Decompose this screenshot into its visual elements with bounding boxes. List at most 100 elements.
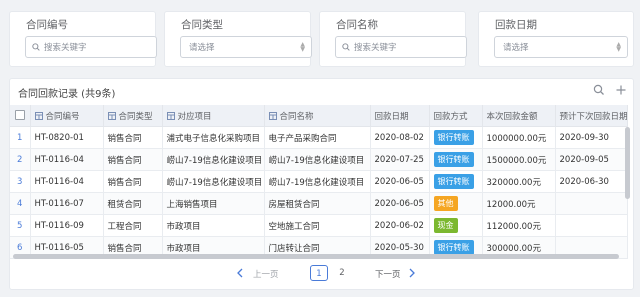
cell-type: 工程合同 (103, 214, 163, 237)
column-header-type[interactable]: 合同类型 (103, 105, 163, 127)
cell-project: 上海销售项目 (162, 192, 265, 215)
cell-date: 2020-06-02 (370, 214, 430, 237)
cell-project: 市政项目 (162, 214, 265, 237)
filter-label: 合同名称 (336, 19, 378, 31)
input-placeholder: 搜索关键字 (354, 43, 397, 53)
page-button-1[interactable]: 1 (310, 265, 328, 281)
cell-project: 浦式电子信息化采购项目 (162, 126, 265, 149)
column-label: 合同类型 (118, 111, 153, 122)
cell-next-date: 2020-09-05 (555, 148, 628, 171)
cell-type: 销售合同 (103, 126, 163, 149)
row-index: 4 (10, 192, 31, 215)
cell-name: 崂山7-19信息化建设项目 (264, 170, 371, 193)
cell-next-date (555, 192, 628, 215)
cell-amount: 1500000.00元 (482, 148, 556, 171)
cell-type: 销售合同 (103, 148, 163, 171)
contract-code-search-input[interactable]: 搜索关键字 (25, 36, 157, 58)
row-index: 3 (10, 170, 31, 193)
contract-type-select[interactable]: 请选择 ▲ ▼ (180, 36, 312, 58)
input-placeholder: 搜索关键字 (44, 43, 87, 53)
cell-amount: 320000.00元 (482, 170, 556, 193)
chevron-left-icon[interactable] (236, 268, 244, 278)
cell-date: 2020-08-02 (370, 126, 430, 149)
cell-name: 电子产品采购合同 (264, 126, 371, 149)
table-row[interactable]: 2 HT-0116-04 销售合同 崂山7-19信息化建设项目 崂山7-19信息… (10, 148, 628, 171)
table-column-icon (268, 112, 277, 120)
column-header-method[interactable]: 回款方式 (429, 105, 483, 127)
column-header-project[interactable]: 对应项目 (162, 105, 265, 127)
filter-label: 合同编号 (26, 19, 68, 31)
table-row[interactable]: 4 HT-0116-07 租赁合同 上海销售项目 房屋租赁合同 2020-06-… (10, 192, 628, 215)
filter-label: 合同类型 (181, 19, 223, 31)
search-icon[interactable] (593, 84, 605, 96)
cell-code: HT-0820-01 (30, 126, 104, 149)
filter-contract-code: 合同编号 搜索关键字 (9, 11, 157, 67)
select-placeholder: 请选择 (189, 43, 215, 53)
next-page-button[interactable]: 下一页 (375, 268, 401, 280)
cell-next-date: 2020-06-30 (555, 170, 628, 193)
column-header-date[interactable]: 回款日期 (370, 105, 430, 127)
panel-title: 合同回款记录 (共9条) (18, 89, 116, 100)
column-header-amount[interactable]: 本次回款金额 (482, 105, 556, 127)
cell-method: 其他 (429, 192, 483, 215)
cell-amount: 112000.00元 (482, 214, 556, 237)
horizontal-scrollbar[interactable] (13, 254, 619, 259)
table-column-icon (34, 112, 43, 120)
table-row[interactable]: 1 HT-0820-01 销售合同 浦式电子信息化采购项目 电子产品采购合同 2… (10, 126, 628, 149)
payment-method-badge: 其他 (433, 196, 458, 211)
search-icon (32, 43, 40, 51)
contract-name-search-input[interactable]: 搜索关键字 (335, 36, 467, 58)
cell-name: 房屋租赁合同 (264, 192, 371, 215)
pagination: 上一页 1 2 下一页 (10, 265, 633, 285)
plus-icon[interactable] (615, 84, 627, 96)
column-header-code[interactable]: 合同编号 (30, 105, 104, 127)
cell-amount: 1000000.00元 (482, 126, 556, 149)
cell-method: 银行转账 (429, 148, 483, 171)
cell-name: 崂山7-19信息化建设项目 (264, 148, 371, 171)
cell-amount: 12000.00元 (482, 192, 556, 215)
filter-label: 回款日期 (495, 19, 537, 31)
cell-method: 现金 (429, 214, 483, 237)
prev-page-button[interactable]: 上一页 (253, 268, 279, 280)
column-label: 合同编号 (45, 111, 80, 122)
payment-records-table: 合同编号 合同类型 对应项目 合同名称 回款日期 回款方式 本次回款金额 预计下… (10, 105, 628, 259)
filter-contract-type: 合同类型 请选择 ▲ ▼ (164, 11, 312, 67)
payment-method-badge: 银行转账 (433, 152, 474, 167)
table-row[interactable]: 3 HT-0116-04 销售合同 崂山7-19信息化建设项目 崂山7-19信息… (10, 170, 628, 193)
cell-date: 2020-06-05 (370, 170, 430, 193)
column-header-name[interactable]: 合同名称 (264, 105, 371, 127)
cell-code: HT-0116-04 (30, 170, 104, 193)
cell-date: 2020-07-25 (370, 148, 430, 171)
cell-code: HT-0116-04 (30, 148, 104, 171)
row-index: 5 (10, 214, 31, 237)
table-row[interactable]: 5 HT-0116-09 工程合同 市政项目 空地施工合同 2020-06-02… (10, 214, 628, 237)
column-label: 合同名称 (279, 111, 314, 122)
cell-name: 空地施工合同 (264, 214, 371, 237)
page-button-2[interactable]: 2 (333, 265, 351, 281)
vertical-scrollbar[interactable] (625, 127, 630, 199)
search-icon (342, 43, 350, 51)
cell-method: 银行转账 (429, 126, 483, 149)
cell-type: 销售合同 (103, 170, 163, 193)
cell-next-date (555, 214, 628, 237)
table-column-icon (107, 112, 116, 120)
column-label: 对应项目 (177, 111, 212, 122)
payment-method-badge: 银行转账 (433, 130, 474, 145)
checkbox-icon[interactable] (14, 110, 25, 121)
cell-code: HT-0116-09 (30, 214, 104, 237)
table-column-icon (166, 112, 175, 120)
payment-date-select[interactable]: 请选择 ▲ ▼ (494, 36, 628, 58)
column-header-next-date[interactable]: 预计下次回款日期 (555, 105, 628, 127)
table-header-row: 合同编号 合同类型 对应项目 合同名称 回款日期 回款方式 本次回款金额 预计下… (10, 105, 628, 127)
chevron-right-icon[interactable] (408, 268, 416, 278)
cell-date: 2020-06-05 (370, 192, 430, 215)
payment-method-badge: 银行转账 (433, 174, 474, 189)
select-all-checkbox[interactable] (10, 105, 31, 127)
select-caret-icon: ▲ ▼ (300, 41, 305, 53)
select-caret-icon: ▲ ▼ (616, 41, 621, 53)
cell-method: 银行转账 (429, 170, 483, 193)
row-index: 1 (10, 126, 31, 149)
filter-payment-date: 回款日期 请选择 ▲ ▼ (478, 11, 634, 67)
cell-code: HT-0116-07 (30, 192, 104, 215)
cell-project: 崂山7-19信息化建设项目 (162, 170, 265, 193)
